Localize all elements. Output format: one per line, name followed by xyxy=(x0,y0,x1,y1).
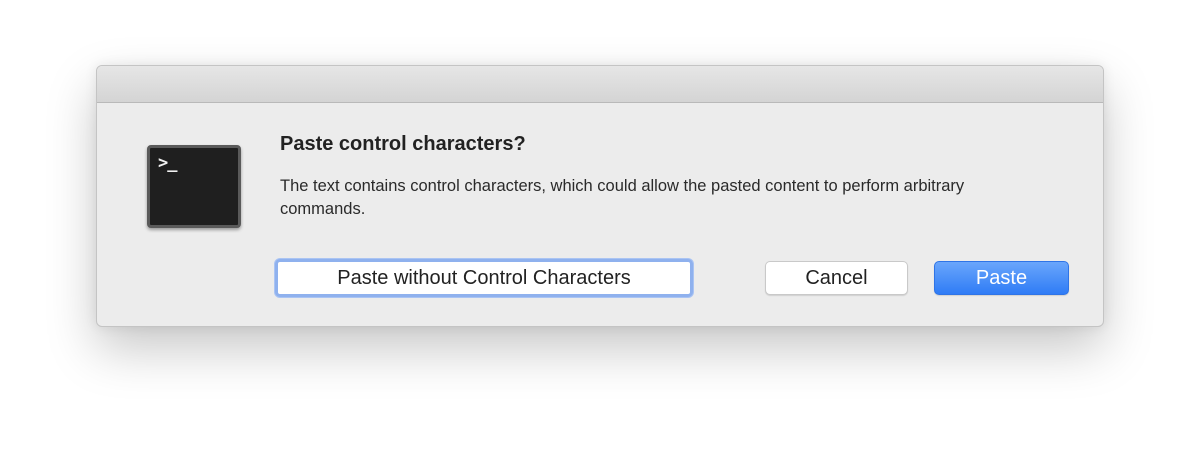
paste-warning-dialog: >_ Paste control characters? The text co… xyxy=(96,65,1104,327)
paste-without-control-characters-button[interactable]: Paste without Control Characters xyxy=(275,259,693,297)
dialog-title: Paste control characters? xyxy=(280,133,526,155)
terminal-icon: >_ xyxy=(147,145,241,228)
dialog-titlebar[interactable] xyxy=(97,66,1103,103)
terminal-prompt-glyph: >_ xyxy=(158,153,178,173)
dialog-message: The text contains control characters, wh… xyxy=(280,177,965,218)
cancel-button[interactable]: Cancel xyxy=(765,261,908,295)
paste-button[interactable]: Paste xyxy=(934,261,1069,295)
